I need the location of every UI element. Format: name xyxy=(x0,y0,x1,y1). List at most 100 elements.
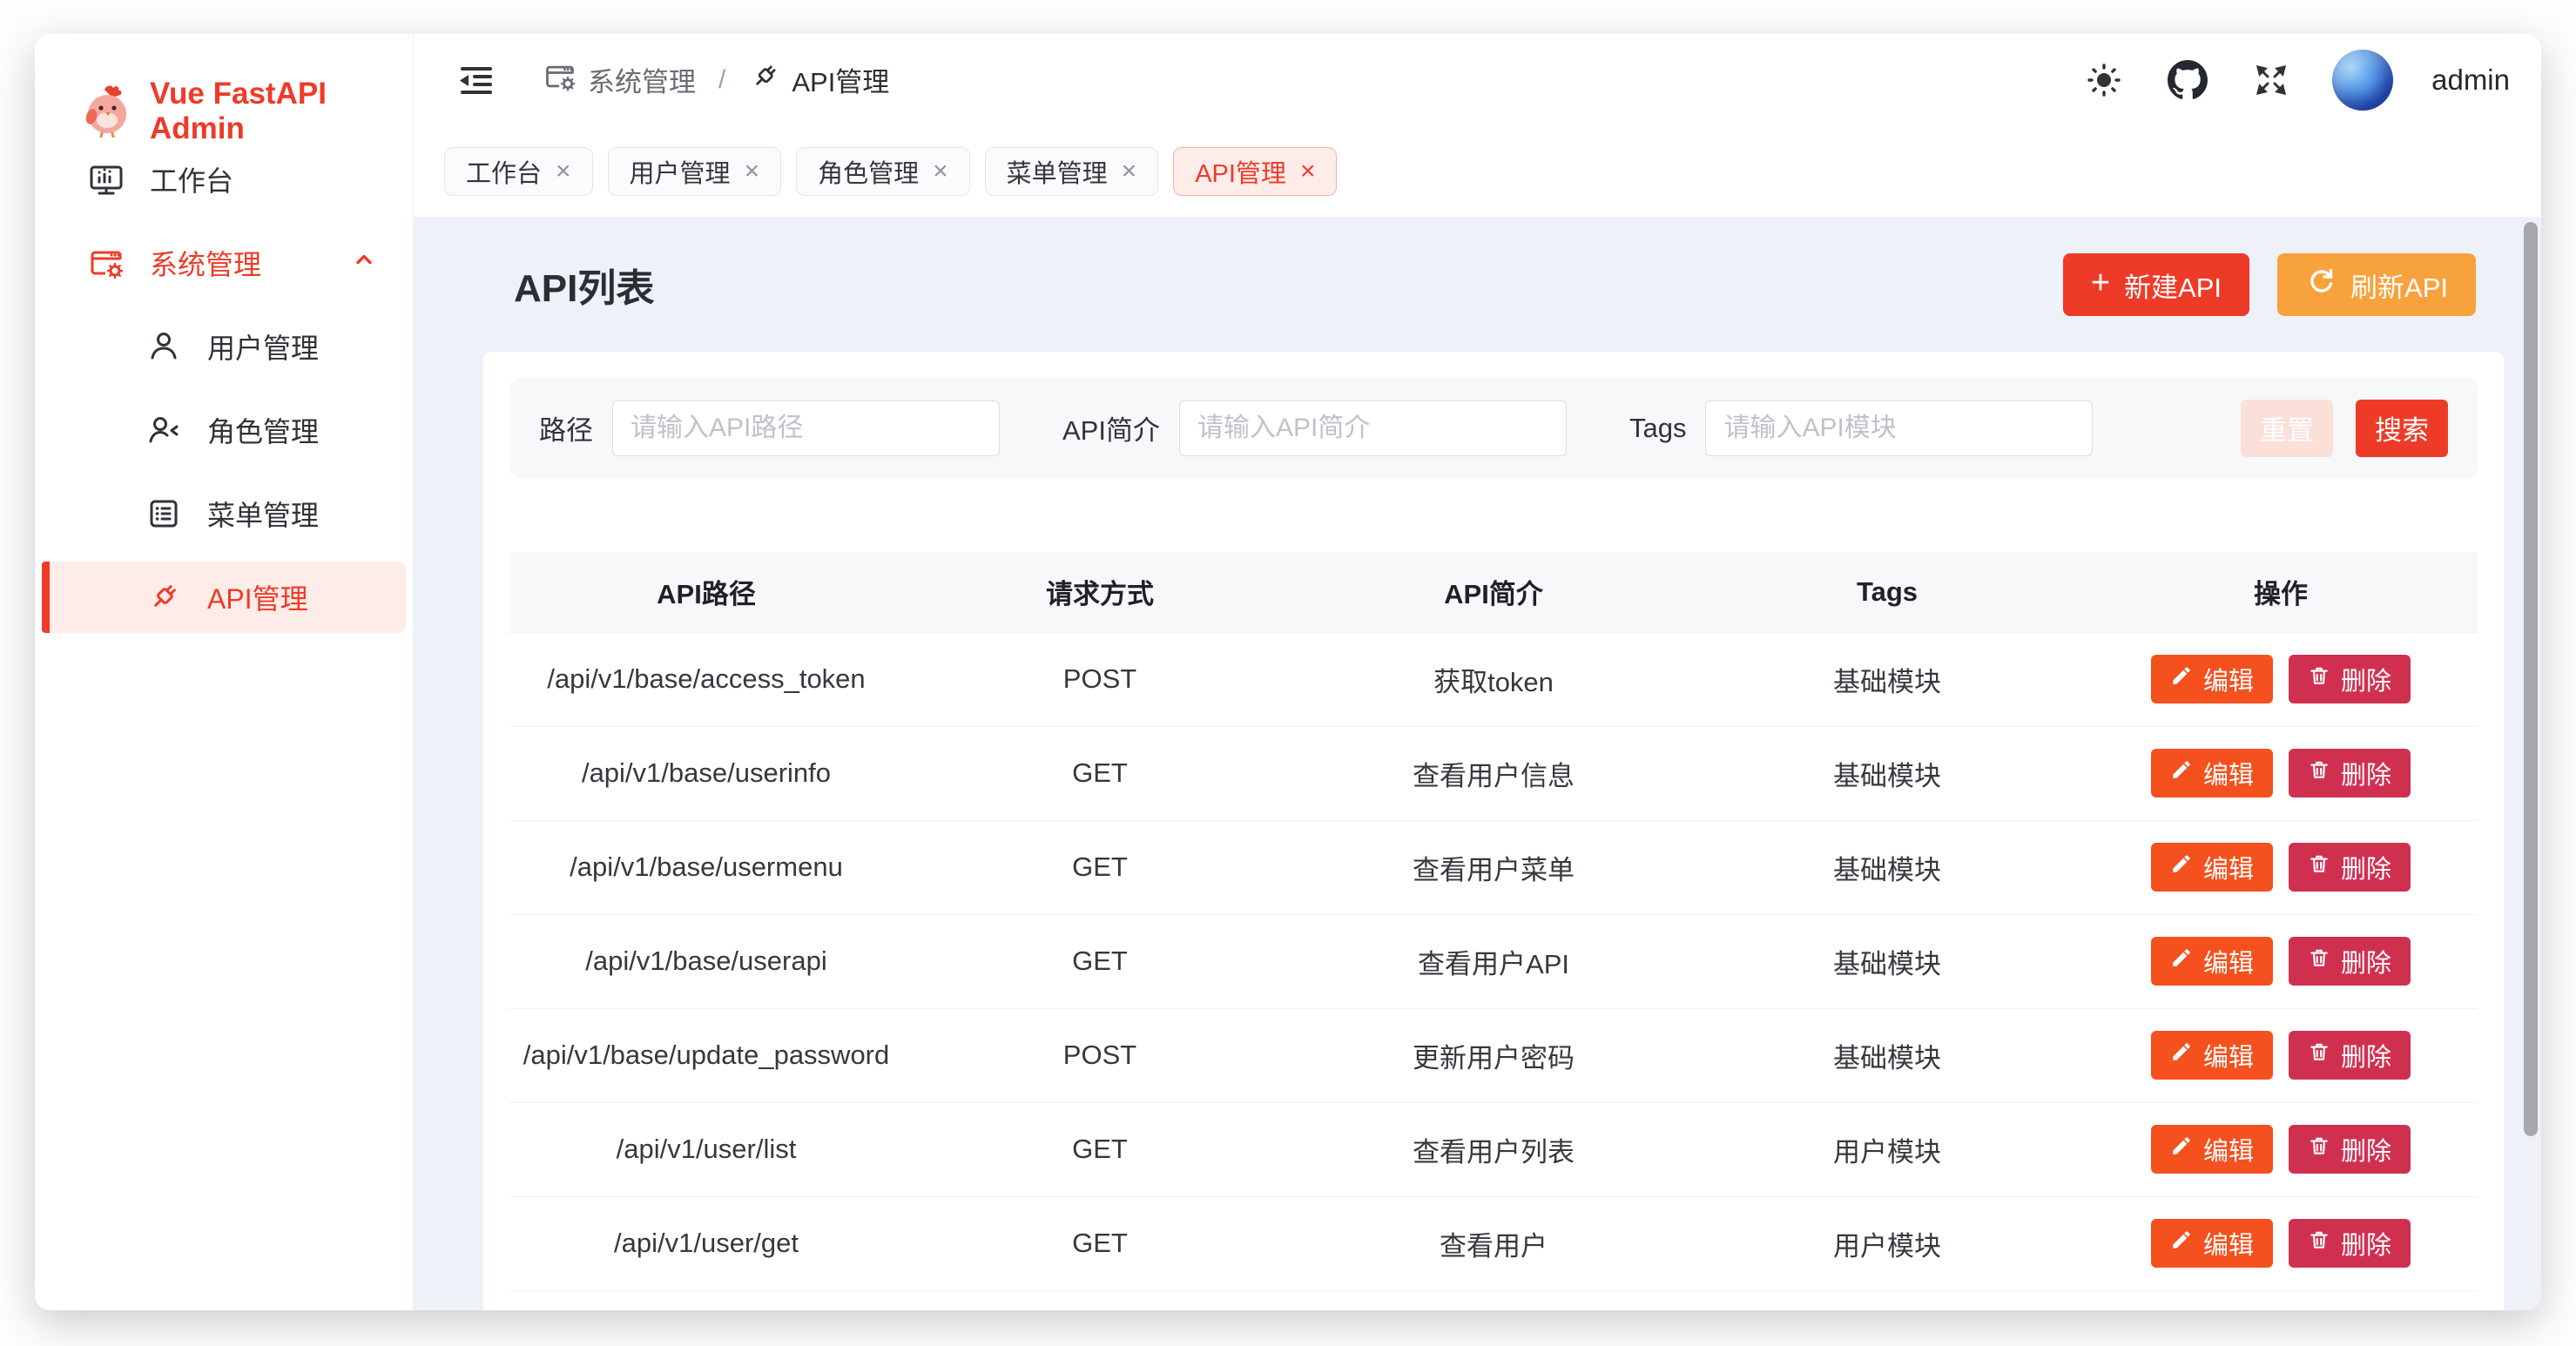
delete-button[interactable]: 删除 xyxy=(2289,1219,2411,1268)
tab-close-icon[interactable]: × xyxy=(933,158,948,185)
pencil-icon xyxy=(2170,1040,2193,1070)
cell-api-path: /api/v1/base/update_password xyxy=(509,1008,903,1102)
refresh-api-button[interactable]: 刷新API xyxy=(2277,253,2476,316)
brief-filter-input[interactable] xyxy=(1179,400,1567,456)
breadcrumb-label: API管理 xyxy=(792,60,889,99)
cell-actions: 编辑 删除 xyxy=(2084,820,2478,914)
breadcrumb-api[interactable]: API管理 xyxy=(748,60,889,100)
cell-method: POST xyxy=(903,632,1297,726)
cell-brief: 查看用户信息 xyxy=(1297,726,1690,820)
tab-label: API管理 xyxy=(1195,153,1286,190)
cell-method: GET xyxy=(903,820,1297,914)
edit-button[interactable]: 编辑 xyxy=(2151,937,2273,986)
api-plug-icon xyxy=(748,60,781,100)
theme-toggle-sun-icon[interactable] xyxy=(2081,57,2127,103)
breadcrumb: 系统管理 / API管理 xyxy=(543,59,889,101)
sidebar-item-menus[interactable]: 菜单管理 xyxy=(42,478,406,549)
delete-button[interactable]: 删除 xyxy=(2289,937,2411,986)
delete-label: 删除 xyxy=(2341,755,2391,791)
tab-label: 工作台 xyxy=(466,153,542,190)
system-settings-icon xyxy=(87,244,125,282)
cell-api-path: /api/v1/base/userapi xyxy=(509,914,903,1008)
cell-actions: 编辑 删除 xyxy=(2084,1196,2478,1290)
content-area: API列表 + 新建API 刷新API xyxy=(414,217,2541,1310)
delete-label: 删除 xyxy=(2341,943,2391,979)
tab-roles[interactable]: 角色管理 × xyxy=(796,147,970,196)
sidebar-item-label: 工作台 xyxy=(150,159,233,199)
delete-label: 删除 xyxy=(2341,661,2391,697)
pencil-icon xyxy=(2170,852,2193,882)
api-table: API路径 请求方式 API简介 Tags 操作 /api/v1/base/ac… xyxy=(509,552,2478,1291)
cell-api-path: /api/v1/base/access_token xyxy=(509,632,903,726)
workbench-icon xyxy=(87,160,125,199)
tab-workbench[interactable]: 工作台 × xyxy=(444,147,593,196)
edit-label: 编辑 xyxy=(2203,1225,2254,1262)
edit-label: 编辑 xyxy=(2203,661,2254,697)
pencil-icon xyxy=(2170,1134,2193,1164)
search-button[interactable]: 搜索 xyxy=(2356,400,2448,457)
edit-button[interactable]: 编辑 xyxy=(2151,843,2273,892)
cell-actions: 编辑 删除 xyxy=(2084,1008,2478,1102)
trash-icon xyxy=(2308,758,2330,788)
delete-button[interactable]: 删除 xyxy=(2289,1031,2411,1080)
sidebar-item-label: 系统管理 xyxy=(150,243,261,283)
app-logo[interactable]: Vue FastAPI Admin xyxy=(35,34,413,144)
user-avatar[interactable] xyxy=(2332,50,2393,111)
sidebar-item-system[interactable]: 系统管理 xyxy=(42,227,406,299)
tab-api[interactable]: API管理 × xyxy=(1173,147,1337,196)
cell-actions: 编辑 删除 xyxy=(2084,632,2478,726)
fullscreen-icon[interactable] xyxy=(2249,57,2294,103)
sidebar-item-users[interactable]: 用户管理 xyxy=(42,311,406,382)
sidebar-collapse-icon[interactable] xyxy=(455,59,497,101)
breadcrumb-system[interactable]: 系统管理 xyxy=(543,59,696,101)
cell-brief: 查看用户列表 xyxy=(1297,1102,1690,1196)
edit-label: 编辑 xyxy=(2203,1037,2254,1073)
table-row: /api/v1/base/userinfo GET 查看用户信息 基础模块 编辑 xyxy=(509,726,2478,820)
breadcrumb-label: 系统管理 xyxy=(588,60,696,99)
trash-icon xyxy=(2308,1040,2330,1070)
cell-api-path: /api/v1/base/userinfo xyxy=(509,726,903,820)
tags-filter-input[interactable] xyxy=(1705,400,2093,456)
cell-brief: 获取token xyxy=(1297,632,1690,726)
cell-tags: 基础模块 xyxy=(1690,914,2084,1008)
delete-button[interactable]: 删除 xyxy=(2289,1125,2411,1174)
main-area: 系统管理 / API管理 xyxy=(414,34,2541,1310)
sidebar-item-workbench[interactable]: 工作台 xyxy=(42,144,406,215)
page-actions: + 新建API 刷新API xyxy=(2063,253,2476,316)
username[interactable]: admin xyxy=(2431,64,2510,97)
sidebar-item-roles[interactable]: 角色管理 xyxy=(42,394,406,466)
system-settings-icon xyxy=(543,59,577,101)
tab-close-icon[interactable]: × xyxy=(745,158,760,185)
edit-button[interactable]: 编辑 xyxy=(2151,1031,2273,1080)
vertical-scrollbar-thumb[interactable] xyxy=(2524,222,2538,1136)
edit-button[interactable]: 编辑 xyxy=(2151,749,2273,798)
tab-menus[interactable]: 菜单管理 × xyxy=(985,147,1159,196)
tab-label: 角色管理 xyxy=(818,153,919,190)
tab-close-icon[interactable]: × xyxy=(1122,158,1137,185)
delete-button[interactable]: 删除 xyxy=(2289,749,2411,798)
reset-button[interactable]: 重置 xyxy=(2241,400,2333,457)
delete-label: 删除 xyxy=(2341,1131,2391,1168)
tab-users[interactable]: 用户管理 × xyxy=(608,147,782,196)
create-api-button[interactable]: + 新建API xyxy=(2063,253,2249,316)
trash-icon xyxy=(2308,852,2330,882)
plus-icon: + xyxy=(2091,266,2110,299)
sidebar-item-label: 用户管理 xyxy=(207,326,319,367)
edit-button[interactable]: 编辑 xyxy=(2151,1219,2273,1268)
sidebar-item-label: API管理 xyxy=(207,577,308,617)
sidebar-item-api[interactable]: API管理 xyxy=(42,562,406,633)
cell-api-path: /api/v1/base/usermenu xyxy=(509,820,903,914)
table-row: /api/v1/base/update_password POST 更新用户密码… xyxy=(509,1008,2478,1102)
delete-button[interactable]: 删除 xyxy=(2289,843,2411,892)
tags-filter-label: Tags xyxy=(1629,413,1686,444)
app-title: Vue FastAPI Admin xyxy=(150,77,413,146)
tab-close-icon[interactable]: × xyxy=(1300,158,1316,185)
edit-button[interactable]: 编辑 xyxy=(2151,1125,2273,1174)
cell-brief: 查看用户 xyxy=(1297,1196,1690,1290)
github-icon[interactable] xyxy=(2165,57,2210,103)
path-filter-input[interactable] xyxy=(612,400,1000,456)
tab-close-icon[interactable]: × xyxy=(556,158,571,185)
delete-button[interactable]: 删除 xyxy=(2289,655,2411,703)
column-header-brief: API简介 xyxy=(1297,552,1690,632)
edit-button[interactable]: 编辑 xyxy=(2151,655,2273,703)
